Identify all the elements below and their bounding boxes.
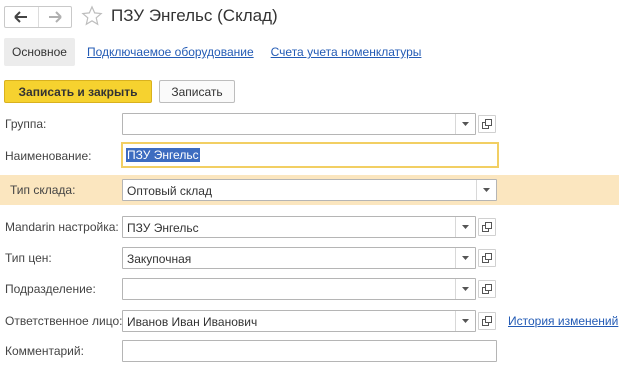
price-type-value: Закупочная: [127, 252, 192, 266]
favorite-button[interactable]: [81, 5, 103, 30]
name-row: Наименование: ПЗУ Энгельс: [0, 142, 619, 170]
star-icon: [81, 5, 103, 26]
open-window-icon: [482, 284, 492, 294]
warehouse-type-value: Оптовый склад: [127, 184, 212, 198]
triangle-down-icon: [462, 319, 469, 323]
save-and-close-button[interactable]: Записать и закрыть: [4, 80, 152, 103]
group-label: Группа:: [5, 117, 47, 131]
arrow-left-icon: [14, 11, 28, 23]
page-title: ПЗУ Энгельс (Склад): [111, 6, 278, 25]
warehouse-type-field[interactable]: Оптовый склад: [122, 179, 497, 201]
history-link[interactable]: История изменений: [508, 314, 618, 328]
form-tabs: Основное Подключаемое оборудование Счета…: [4, 38, 421, 66]
responsible-open-button[interactable]: [478, 312, 496, 330]
group-open-button[interactable]: [478, 115, 496, 133]
mandarin-label: Mandarin настройка:: [5, 220, 119, 234]
comment-label: Комментарий:: [5, 344, 84, 358]
responsible-field[interactable]: Иванов Иван Иванович: [122, 310, 476, 332]
save-button[interactable]: Записать: [159, 80, 235, 103]
comment-row: Комментарий:: [0, 339, 619, 363]
mandarin-open-button[interactable]: [478, 218, 496, 236]
warehouse-type-dropdown-button[interactable]: [476, 180, 496, 200]
price-type-row: Тип цен: Закупочная: [0, 246, 619, 270]
arrow-right-icon: [48, 11, 62, 23]
department-field[interactable]: [122, 278, 476, 300]
price-type-field[interactable]: Закупочная: [122, 247, 476, 269]
back-button[interactable]: [5, 7, 38, 27]
open-window-icon: [482, 119, 492, 129]
name-value: ПЗУ Энгельс: [126, 148, 200, 162]
department-label: Подразделение:: [5, 282, 96, 296]
tab-main[interactable]: Основное: [4, 38, 75, 66]
department-row: Подразделение:: [0, 277, 619, 301]
name-label: Наименование:: [5, 149, 92, 163]
department-dropdown-button[interactable]: [455, 279, 475, 299]
warehouse-type-row: Тип склада: Оптовый склад: [0, 175, 619, 205]
department-open-button[interactable]: [478, 280, 496, 298]
price-type-dropdown-button[interactable]: [455, 248, 475, 268]
price-type-label: Тип цен:: [5, 251, 52, 265]
group-dropdown-button[interactable]: [455, 114, 475, 134]
open-window-icon: [482, 253, 492, 263]
triangle-down-icon: [462, 256, 469, 260]
comment-field[interactable]: [122, 340, 497, 362]
price-type-open-button[interactable]: [478, 249, 496, 267]
mandarin-value: ПЗУ Энгельс: [127, 221, 199, 235]
warehouse-type-label: Тип склада:: [10, 183, 76, 197]
tab-item-accounts[interactable]: Счета учета номенклатуры: [271, 45, 422, 59]
responsible-label: Ответственное лицо:: [5, 314, 123, 328]
triangle-down-icon: [462, 225, 469, 229]
forward-button[interactable]: [37, 7, 72, 27]
tab-connected-equipment[interactable]: Подключаемое оборудование: [87, 45, 254, 59]
nav-buttons: [4, 6, 72, 28]
responsible-value: Иванов Иван Иванович: [127, 315, 258, 329]
triangle-down-icon: [462, 122, 469, 126]
responsible-dropdown-button[interactable]: [455, 311, 475, 331]
open-window-icon: [482, 316, 492, 326]
mandarin-field[interactable]: ПЗУ Энгельс: [122, 216, 476, 238]
triangle-down-icon: [462, 287, 469, 291]
open-window-icon: [482, 222, 492, 232]
group-field[interactable]: [122, 113, 476, 135]
name-field[interactable]: ПЗУ Энгельс: [121, 142, 499, 168]
triangle-down-icon: [483, 188, 490, 192]
mandarin-dropdown-button[interactable]: [455, 217, 475, 237]
mandarin-row: Mandarin настройка: ПЗУ Энгельс: [0, 215, 619, 239]
group-row: Группа:: [0, 112, 619, 136]
responsible-row: Ответственное лицо: Иванов Иван Иванович…: [0, 309, 619, 333]
